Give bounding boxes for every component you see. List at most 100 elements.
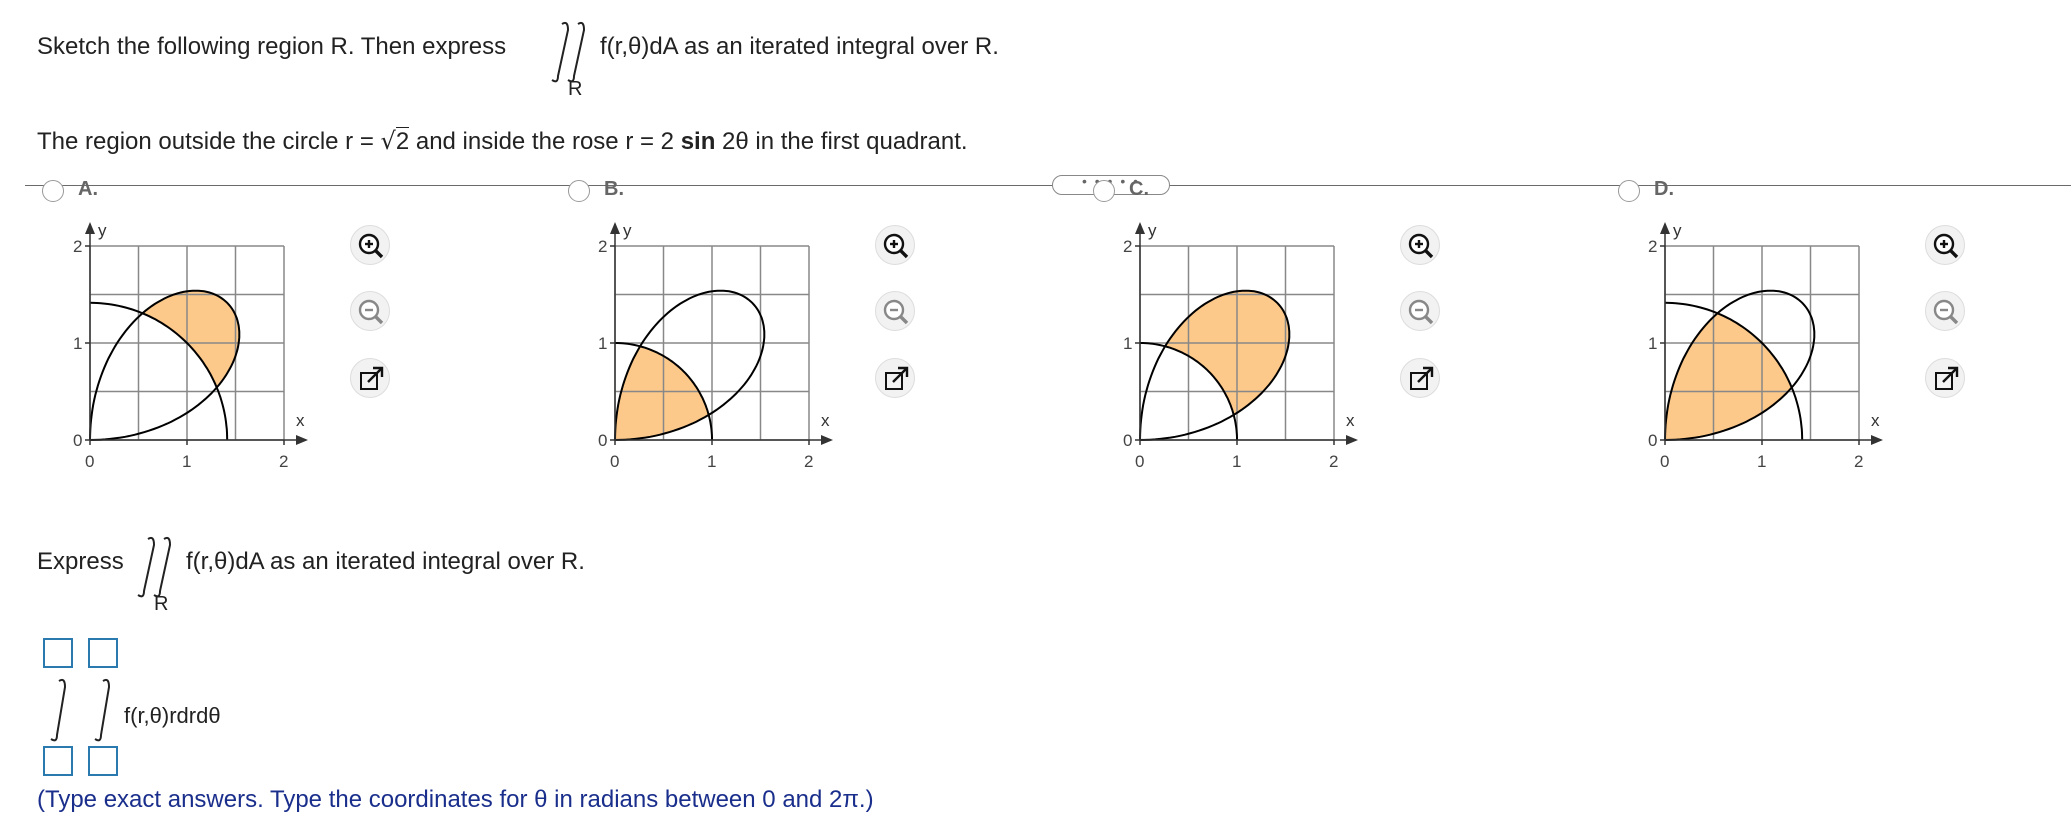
y-axis-label: y xyxy=(623,221,632,240)
y-axis-label: y xyxy=(1673,221,1682,240)
option-b-popout-button[interactable] xyxy=(875,358,915,398)
x-tick-label: 1 xyxy=(1232,452,1241,471)
x-tick-label: 1 xyxy=(707,452,716,471)
option-c-label: C. xyxy=(1129,178,1149,200)
region-sin: sin xyxy=(680,128,716,155)
option-b-zoom-in-button[interactable] xyxy=(875,225,915,265)
option-d-label: D. xyxy=(1654,178,1674,200)
option-c-zoom-in-button[interactable] xyxy=(1400,225,1440,265)
question-prefix: Sketch the following region R. Then expr… xyxy=(37,33,507,60)
sqrt-value: 2 xyxy=(395,127,410,155)
question-line-1: Sketch the following region R. Then expr… xyxy=(37,33,506,61)
x-axis-label: x xyxy=(296,411,305,430)
x-axis-label: x xyxy=(821,411,830,430)
option-c-popout-button[interactable] xyxy=(1400,358,1440,398)
y-tick-label: 2 xyxy=(1123,237,1132,256)
integral-signs-icon xyxy=(50,678,111,742)
y-axis-arrow-icon xyxy=(85,222,95,234)
x-axis-arrow-icon xyxy=(1871,435,1883,445)
x-axis-label: x xyxy=(1346,411,1355,430)
express-integrand: f(r,θ)dA as an iterated integral over R. xyxy=(186,548,585,575)
y-tick-label: 0 xyxy=(73,431,82,450)
y-tick-label: 1 xyxy=(1123,334,1132,353)
polar-region-graph-d: y x 2 1 00 1 2 xyxy=(1648,221,1883,471)
x-axis-label: x xyxy=(1871,411,1880,430)
y-tick-label: 1 xyxy=(598,334,607,353)
iterated-integral-symbols xyxy=(45,675,135,745)
y-tick-label: 2 xyxy=(1648,237,1657,256)
y-axis-label: y xyxy=(98,221,107,240)
inner-lower-limit-input[interactable] xyxy=(88,746,118,776)
option-a-zoom-in-button[interactable] xyxy=(350,225,390,265)
y-tick-label: 0 xyxy=(598,431,607,450)
x-tick-label: 1 xyxy=(1757,452,1766,471)
y-tick-label: 2 xyxy=(598,237,607,256)
popout-icon xyxy=(885,366,909,390)
y-axis-label: y xyxy=(1148,221,1157,240)
question-subscript: R xyxy=(568,78,583,100)
option-d-popout-button[interactable] xyxy=(1925,358,1965,398)
zoom-out-icon xyxy=(883,299,909,325)
graph-option-d: y x 2 1 00 1 2 xyxy=(1630,215,1920,480)
polar-region-graph-b: y x 2 1 00 1 2 xyxy=(598,221,833,471)
region-suffix: 2θ in the first quadrant. xyxy=(722,128,968,155)
option-a-radio[interactable] xyxy=(42,180,64,202)
y-tick-label: 1 xyxy=(73,334,82,353)
option-b-zoom-out-button[interactable] xyxy=(875,291,915,331)
popout-icon xyxy=(1410,366,1434,390)
option-a-popout-button[interactable] xyxy=(350,358,390,398)
y-tick-label: 0 xyxy=(1123,431,1132,450)
x-axis-arrow-icon xyxy=(296,435,308,445)
zoom-in-icon xyxy=(1408,233,1434,259)
region-description: The region outside the circle r = √2 and… xyxy=(37,127,968,156)
x-tick-label: 0 xyxy=(85,452,94,471)
zoom-in-icon xyxy=(358,233,384,259)
question-integrand: f(r,θ)dA as an iterated integral over R. xyxy=(600,33,999,60)
region-mid: and inside the rose r = 2 xyxy=(415,128,675,155)
polar-region-graph-a: y x 2 1 00 1 2 xyxy=(73,221,308,471)
graph-option-b: y x 2 1 00 1 2 xyxy=(580,215,870,480)
option-b-radio[interactable] xyxy=(568,180,590,202)
shaded-region xyxy=(142,290,240,388)
option-d-zoom-out-button[interactable] xyxy=(1925,291,1965,331)
y-tick-label: 2 xyxy=(73,237,82,256)
x-axis-arrow-icon xyxy=(821,435,833,445)
option-d-zoom-in-button[interactable] xyxy=(1925,225,1965,265)
zoom-out-icon xyxy=(1933,299,1959,325)
y-axis-arrow-icon xyxy=(610,222,620,234)
x-tick-label: 2 xyxy=(1329,452,1338,471)
option-a-zoom-out-button[interactable] xyxy=(350,291,390,331)
x-tick-label: 1 xyxy=(182,452,191,471)
y-axis-arrow-icon xyxy=(1660,222,1670,234)
zoom-in-icon xyxy=(883,233,909,259)
express-prefix: Express xyxy=(37,548,124,575)
region-prefix: The region outside the circle r = xyxy=(37,128,374,155)
option-c-radio[interactable] xyxy=(1093,180,1115,202)
x-tick-label: 2 xyxy=(804,452,813,471)
zoom-in-icon xyxy=(1933,233,1959,259)
popout-icon xyxy=(360,366,384,390)
popout-icon xyxy=(1935,366,1959,390)
outer-upper-limit-input[interactable] xyxy=(43,638,73,668)
zoom-out-icon xyxy=(358,299,384,325)
graph-option-c: y x 2 1 00 1 2 xyxy=(1105,215,1395,480)
option-d-radio[interactable] xyxy=(1618,180,1640,202)
polar-region-graph-c: y x 2 1 00 1 2 xyxy=(1123,221,1358,471)
x-tick-label: 2 xyxy=(279,452,288,471)
shaded-region xyxy=(615,346,709,440)
x-tick-label: 0 xyxy=(1660,452,1669,471)
x-tick-label: 2 xyxy=(1854,452,1863,471)
x-axis-arrow-icon xyxy=(1346,435,1358,445)
graph-option-a: y x 2 1 00 1 2 xyxy=(55,215,345,480)
y-tick-label: 0 xyxy=(1648,431,1657,450)
sqrt-icon: √ xyxy=(380,127,396,155)
option-b-label: B. xyxy=(604,178,624,200)
option-c-zoom-out-button[interactable] xyxy=(1400,291,1440,331)
y-tick-label: 1 xyxy=(1648,334,1657,353)
outer-lower-limit-input[interactable] xyxy=(43,746,73,776)
inner-upper-limit-input[interactable] xyxy=(88,638,118,668)
x-tick-label: 0 xyxy=(1135,452,1144,471)
express-subscript: R xyxy=(154,593,169,615)
answer-integrand: f(r,θ)rdrdθ xyxy=(124,703,221,728)
shaded-region xyxy=(1665,313,1792,440)
